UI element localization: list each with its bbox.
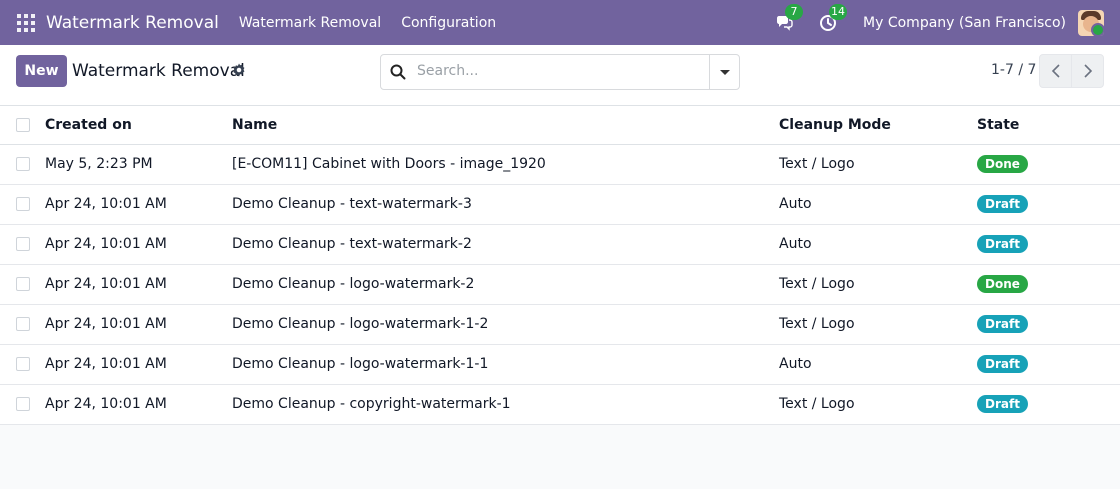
status-badge: Draft (977, 235, 1028, 253)
activities-count-badge: 14 (829, 3, 848, 20)
cell-cleanup-mode: Text / Logo (779, 316, 855, 332)
status-badge: Draft (977, 315, 1028, 333)
row-checkbox[interactable] (16, 237, 30, 251)
cell-cleanup-mode: Text / Logo (779, 156, 855, 172)
cell-cleanup-mode: Auto (779, 356, 812, 372)
menu-configuration[interactable]: Configuration (401, 15, 496, 31)
activities-button[interactable]: 14 (817, 3, 848, 33)
cell-name: [E-COM11] Cabinet with Doors - image_192… (232, 156, 546, 172)
row-checkbox[interactable] (16, 197, 30, 211)
column-created-on[interactable]: Created on (45, 106, 232, 145)
cell-cleanup-mode: Text / Logo (779, 396, 855, 412)
app-brand[interactable]: Watermark Removal (46, 13, 219, 33)
table-row[interactable]: Apr 24, 10:01 AM Demo Cleanup - logo-wat… (0, 264, 1120, 304)
status-badge: Done (977, 275, 1028, 293)
column-cleanup-mode[interactable]: Cleanup Mode (779, 106, 977, 145)
row-checkbox[interactable] (16, 277, 30, 291)
row-checkbox[interactable] (16, 357, 30, 371)
cell-name: Demo Cleanup - text-watermark-2 (232, 236, 472, 252)
cell-created-on: Apr 24, 10:01 AM (45, 196, 167, 212)
cell-created-on: Apr 24, 10:01 AM (45, 396, 167, 412)
cell-name: Demo Cleanup - copyright-watermark-1 (232, 396, 511, 412)
control-panel: New Watermark Removal Search... 1-7 / 7 (0, 45, 1120, 106)
table-row[interactable]: Apr 24, 10:01 AM Demo Cleanup - copyrigh… (0, 384, 1120, 424)
user-avatar[interactable] (1078, 9, 1104, 36)
search-bar: Search... (380, 54, 740, 90)
gear-icon[interactable] (232, 63, 246, 77)
page-title: Watermark Removal (72, 61, 245, 81)
cell-name: Demo Cleanup - logo-watermark-1-1 (232, 356, 489, 372)
status-badge: Draft (977, 395, 1028, 413)
cell-cleanup-mode: Auto (779, 196, 812, 212)
cell-cleanup-mode: Auto (779, 236, 812, 252)
cell-cleanup-mode: Text / Logo (779, 276, 855, 292)
cell-created-on: Apr 24, 10:01 AM (45, 356, 167, 372)
navbar-right: 7 14 My Company (San Francisco) (773, 0, 1120, 45)
status-badge: Draft (977, 195, 1028, 213)
row-checkbox[interactable] (16, 317, 30, 331)
records-table: Created on Name Cleanup Mode State May 5… (0, 106, 1120, 425)
status-badge: Done (977, 155, 1028, 173)
online-status-icon (1091, 22, 1104, 36)
table-header-row: Created on Name Cleanup Mode State (0, 106, 1120, 145)
row-checkbox[interactable] (16, 397, 30, 411)
cell-created-on: Apr 24, 10:01 AM (45, 236, 167, 252)
cell-name: Demo Cleanup - text-watermark-3 (232, 196, 472, 212)
cell-created-on: Apr 24, 10:01 AM (45, 316, 167, 332)
cell-name: Demo Cleanup - logo-watermark-2 (232, 276, 475, 292)
pager-value[interactable]: 1-7 / 7 (991, 62, 1036, 78)
table-row[interactable]: Apr 24, 10:01 AM Demo Cleanup - logo-wat… (0, 304, 1120, 344)
new-button[interactable]: New (16, 55, 67, 87)
status-badge: Draft (977, 355, 1028, 373)
table-row[interactable]: May 5, 2:23 PM [E-COM11] Cabinet with Do… (0, 144, 1120, 184)
table-row[interactable]: Apr 24, 10:01 AM Demo Cleanup - text-wat… (0, 224, 1120, 264)
messages-count-badge: 7 (785, 3, 804, 20)
column-name[interactable]: Name (232, 106, 779, 145)
company-switcher[interactable]: My Company (San Francisco) (863, 15, 1066, 31)
search-icon (390, 64, 406, 80)
caret-down-icon (719, 69, 730, 75)
pager-previous-button[interactable] (1039, 54, 1072, 88)
select-all-checkbox[interactable] (16, 117, 30, 132)
messages-button[interactable]: 7 (773, 3, 804, 33)
chevron-right-icon (1083, 64, 1092, 78)
column-state[interactable]: State (977, 106, 1120, 145)
cell-created-on: May 5, 2:23 PM (45, 156, 153, 172)
apps-menu-icon[interactable] (17, 13, 35, 32)
search-input[interactable]: Search... (417, 63, 478, 79)
table-row[interactable]: Apr 24, 10:01 AM Demo Cleanup - text-wat… (0, 184, 1120, 224)
row-checkbox[interactable] (16, 157, 30, 171)
top-navbar: Watermark Removal Watermark Removal Conf… (0, 0, 1120, 45)
menu-watermark-removal[interactable]: Watermark Removal (239, 15, 381, 31)
cell-name: Demo Cleanup - logo-watermark-1-2 (232, 316, 489, 332)
chevron-left-icon (1051, 64, 1060, 78)
search-options-toggle[interactable] (709, 55, 739, 89)
pager-next-button[interactable] (1071, 54, 1104, 88)
table-row[interactable]: Apr 24, 10:01 AM Demo Cleanup - logo-wat… (0, 344, 1120, 384)
cell-created-on: Apr 24, 10:01 AM (45, 276, 167, 292)
